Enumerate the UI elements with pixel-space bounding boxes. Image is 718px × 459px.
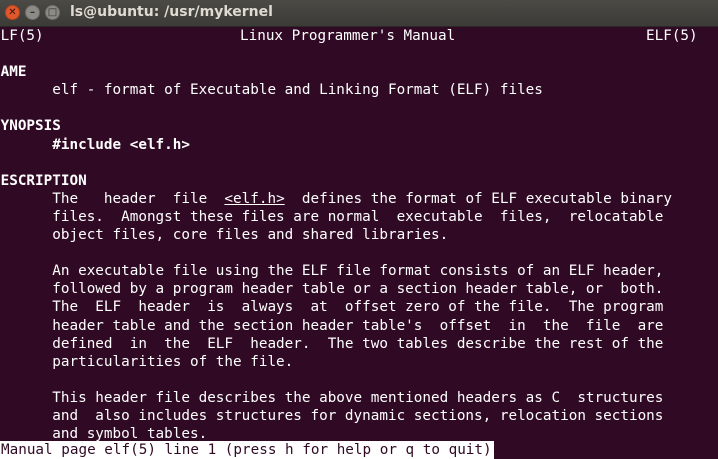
desc-text: defines the format of ELF executable bin… <box>284 190 673 207</box>
maximize-icon: □ <box>47 6 58 18</box>
man-header-line: ELF(5) Linux Programmer's Manual ELF(5) <box>0 27 718 45</box>
desc-text: followed by a program header table or a … <box>52 281 664 298</box>
desc-text: and symbol tables. <box>52 426 208 443</box>
desc-text: particularities of the file. <box>52 353 294 370</box>
desc-text: This header file describes the above men… <box>52 389 664 406</box>
pager-status-line: Manual page elf(5) line 1 (press h for h… <box>0 441 494 459</box>
desc-text: header table and the section header tabl… <box>52 317 664 334</box>
man-header-center: Linux Programmer's Manual <box>240 28 456 44</box>
name-heading: NAME <box>0 64 27 81</box>
desc-text: The ELF header is always at offset zero … <box>52 299 664 316</box>
description-heading: DESCRIPTION <box>0 172 87 189</box>
synopsis-heading: SYNOPSIS <box>0 118 61 135</box>
desc-text: object files, core files and shared libr… <box>52 227 449 244</box>
desc-text: The header file <box>52 190 225 207</box>
minimize-window-button[interactable]: – <box>25 5 40 20</box>
maximize-window-button[interactable]: □ <box>45 5 60 20</box>
man-header-right: ELF(5) <box>646 28 698 44</box>
window-title: ls@ubuntu: /usr/mykernel <box>70 4 273 20</box>
synopsis-include: #include <elf.h> <box>52 136 190 153</box>
name-text: elf - format of Executable and Linking F… <box>52 82 543 99</box>
window-titlebar[interactable]: ✕ – □ ls@ubuntu: /usr/mykernel <box>0 0 718 27</box>
close-icon: ✕ <box>8 6 17 18</box>
desc-text: An executable file using the ELF file fo… <box>52 263 664 280</box>
man-header-left: ELF(5) <box>0 28 44 44</box>
desc-text: files. Amongst these files are normal ex… <box>52 208 664 225</box>
terminal-output[interactable]: ELF(5) Linux Programmer's Manual ELF(5) NA… <box>0 27 718 459</box>
desc-text: and also includes structures for dynamic… <box>52 407 664 424</box>
close-window-button[interactable]: ✕ <box>5 5 20 20</box>
desc-text: defined in the ELF header. The two table… <box>52 335 664 352</box>
minimize-icon: – <box>30 6 35 18</box>
elf-header-link: <elf.h> <box>224 190 285 207</box>
